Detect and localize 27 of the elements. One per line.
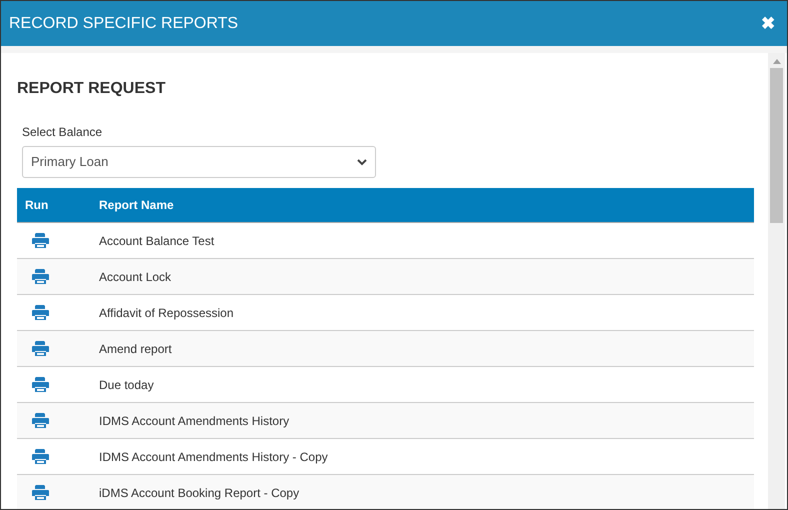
table-cell-text: Affidavit of Repossession [99, 304, 234, 322]
printer-icon[interactable] [32, 485, 49, 500]
table-cell-text: Amend report [99, 340, 172, 358]
table-cell-text: IDMS Account Amendments History [99, 412, 290, 430]
printer-icon[interactable] [32, 233, 49, 248]
printer-icon[interactable] [32, 341, 49, 356]
table-cell-text: Due today [99, 376, 154, 394]
printer-icon[interactable] [32, 449, 49, 464]
scroll-thumb[interactable] [770, 68, 783, 223]
balance-select[interactable]: Primary Loan [22, 146, 376, 178]
table-cell-text: Account Lock [99, 268, 172, 286]
scroll-up-icon[interactable] [772, 59, 780, 64]
scrollbar[interactable] [768, 53, 785, 509]
printer-icon[interactable] [32, 269, 49, 284]
section-title: REPORT REQUEST [17, 79, 166, 99]
table-cell-text: IDMS Account Amendments History - Copy [99, 448, 328, 466]
column-header: Report Name [99, 197, 174, 214]
printer-icon[interactable] [32, 413, 49, 428]
window-title: RECORD SPECIFIC REPORTS [9, 14, 238, 34]
table-cell-text: Account Balance Test [99, 232, 214, 250]
field-label: Select Balance [22, 124, 104, 141]
chevron-down-icon [357, 158, 367, 166]
column-header: Run [25, 197, 50, 214]
close-button[interactable]: ✖ [761, 15, 775, 32]
printer-icon[interactable] [32, 377, 49, 392]
table-cell-text: iDMS Account Booking Report - Copy [99, 484, 300, 502]
printer-icon[interactable] [32, 305, 49, 320]
